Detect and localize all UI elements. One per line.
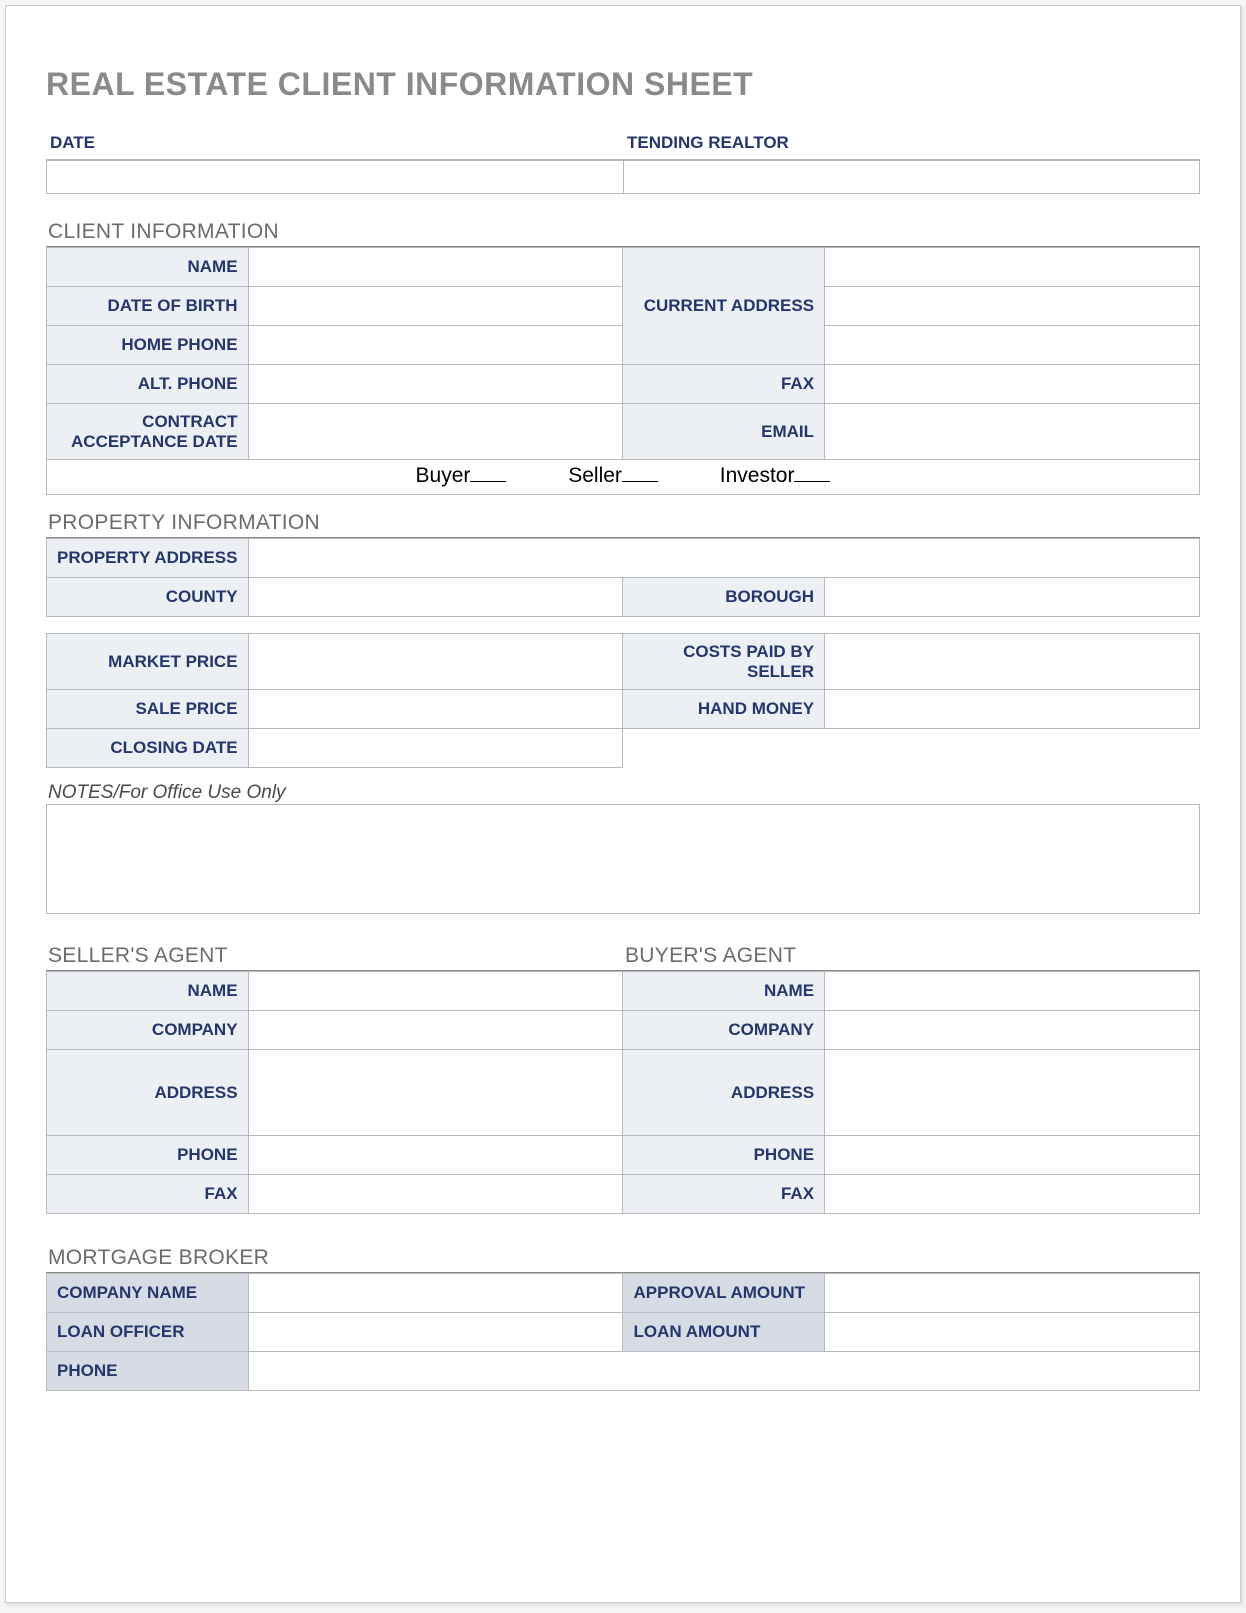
- page-title: REAL ESTATE CLIENT INFORMATION SHEET: [46, 66, 1200, 103]
- buyer-agent-fax-label: FAX: [623, 1175, 825, 1214]
- approval-amount-input[interactable]: [835, 1282, 1189, 1304]
- buyer-agent-address-label: ADDRESS: [623, 1050, 825, 1136]
- current-address-line1-input[interactable]: [835, 256, 1189, 278]
- seller-agent-company-input[interactable]: [259, 1019, 613, 1041]
- date-label: DATE: [46, 127, 623, 160]
- notes-textarea[interactable]: [53, 811, 1193, 907]
- mortgage-broker-table: COMPANY NAME APPROVAL AMOUNT LOAN OFFICE…: [46, 1273, 1200, 1391]
- property-information-table-2: MARKET PRICE COSTS PAID BY SELLER SALE P…: [46, 633, 1200, 768]
- agents-headings: SELLER'S AGENT BUYER'S AGENT: [46, 942, 1200, 971]
- property-address-label: PROPERTY ADDRESS: [47, 539, 249, 578]
- sale-price-input[interactable]: [259, 698, 613, 720]
- role-buyer-label: Buyer: [416, 464, 471, 487]
- seller-agent-company-label: COMPANY: [47, 1011, 249, 1050]
- loan-amount-label: LOAN AMOUNT: [623, 1313, 825, 1352]
- alt-phone-input[interactable]: [259, 373, 613, 395]
- loan-amount-input[interactable]: [835, 1321, 1189, 1343]
- loan-officer-label: LOAN OFFICER: [47, 1313, 249, 1352]
- seller-agent-fax-label: FAX: [47, 1175, 249, 1214]
- fax-label: FAX: [623, 365, 825, 404]
- costs-paid-by-seller-input[interactable]: [835, 651, 1189, 673]
- buyer-agent-fax-input[interactable]: [835, 1183, 1189, 1205]
- notes-box: [46, 804, 1200, 914]
- notes-label: NOTES/For Office Use Only: [46, 782, 1200, 804]
- date-input[interactable]: [53, 163, 617, 191]
- borough-input[interactable]: [835, 586, 1189, 608]
- top-row-inputs: [46, 160, 1200, 194]
- seller-agent-fax-input[interactable]: [259, 1183, 613, 1205]
- seller-agent-address-input[interactable]: [259, 1082, 613, 1104]
- dob-label: DATE OF BIRTH: [47, 287, 249, 326]
- county-label: COUNTY: [47, 578, 249, 617]
- name-input[interactable]: [259, 256, 613, 278]
- buyer-agent-name-label: NAME: [623, 972, 825, 1011]
- sale-price-label: SALE PRICE: [47, 690, 249, 729]
- seller-agent-address-label: ADDRESS: [47, 1050, 249, 1136]
- costs-paid-by-seller-label: COSTS PAID BY SELLER: [623, 634, 825, 690]
- buyer-agent-address-input[interactable]: [835, 1082, 1189, 1104]
- mortgage-company-input[interactable]: [259, 1282, 613, 1304]
- email-input[interactable]: [835, 421, 1189, 443]
- form-page: REAL ESTATE CLIENT INFORMATION SHEET DAT…: [5, 5, 1241, 1603]
- contract-acceptance-date-label: CONTRACT ACCEPTANCE DATE: [47, 404, 249, 460]
- alt-phone-label: ALT. PHONE: [47, 365, 249, 404]
- sellers-agent-heading: SELLER'S AGENT: [46, 942, 623, 971]
- seller-agent-phone-label: PHONE: [47, 1136, 249, 1175]
- county-input[interactable]: [259, 586, 613, 608]
- buyer-agent-company-input[interactable]: [835, 1019, 1189, 1041]
- market-price-label: MARKET PRICE: [47, 634, 249, 690]
- client-information-heading: CLIENT INFORMATION: [46, 218, 1200, 247]
- current-address-line2-input[interactable]: [835, 295, 1189, 317]
- current-address-label: CURRENT ADDRESS: [623, 248, 825, 365]
- home-phone-label: HOME PHONE: [47, 326, 249, 365]
- tending-realtor-label: TENDING REALTOR: [623, 127, 1200, 160]
- loan-officer-input[interactable]: [259, 1321, 613, 1343]
- client-role-row: Buyer Seller Investor: [46, 460, 1200, 495]
- buyer-agent-phone-input[interactable]: [835, 1144, 1189, 1166]
- hand-money-label: HAND MONEY: [623, 690, 825, 729]
- seller-agent-phone-input[interactable]: [259, 1144, 613, 1166]
- mortgage-company-label: COMPANY NAME: [47, 1274, 249, 1313]
- buyers-agent-heading: BUYER'S AGENT: [623, 942, 1200, 971]
- client-information-table: NAME CURRENT ADDRESS DATE OF BIRTH HOME …: [46, 247, 1200, 460]
- contract-acceptance-date-input[interactable]: [259, 421, 613, 443]
- role-investor-label: Investor: [720, 464, 795, 487]
- fax-input[interactable]: [835, 373, 1189, 395]
- hand-money-input[interactable]: [835, 698, 1189, 720]
- mortgage-phone-label: PHONE: [47, 1352, 249, 1391]
- closing-date-label: CLOSING DATE: [47, 729, 249, 768]
- top-row: DATE TENDING REALTOR: [46, 127, 1200, 160]
- home-phone-input[interactable]: [259, 334, 613, 356]
- approval-amount-label: APPROVAL AMOUNT: [623, 1274, 825, 1313]
- market-price-input[interactable]: [259, 651, 613, 673]
- buyer-agent-name-input[interactable]: [835, 980, 1189, 1002]
- buyer-agent-company-label: COMPANY: [623, 1011, 825, 1050]
- dob-input[interactable]: [259, 295, 613, 317]
- tending-realtor-input[interactable]: [630, 163, 1194, 191]
- role-buyer[interactable]: Buyer: [416, 464, 507, 488]
- role-investor[interactable]: Investor: [720, 464, 831, 488]
- name-label: NAME: [47, 248, 249, 287]
- buyer-agent-phone-label: PHONE: [623, 1136, 825, 1175]
- mortgage-broker-heading: MORTGAGE BROKER: [46, 1244, 1200, 1273]
- agents-table: NAME NAME COMPANY COMPANY ADDRESS ADDRES…: [46, 971, 1200, 1214]
- mortgage-phone-input[interactable]: [259, 1360, 1189, 1382]
- seller-agent-name-label: NAME: [47, 972, 249, 1011]
- closing-date-input[interactable]: [259, 737, 613, 759]
- current-address-line3-input[interactable]: [835, 334, 1189, 356]
- property-address-input[interactable]: [259, 547, 1189, 569]
- property-information-table-1: PROPERTY ADDRESS COUNTY BOROUGH: [46, 538, 1200, 617]
- borough-label: BOROUGH: [623, 578, 825, 617]
- seller-agent-name-input[interactable]: [259, 980, 613, 1002]
- email-label: EMAIL: [623, 404, 825, 460]
- role-seller[interactable]: Seller: [568, 464, 658, 488]
- property-information-heading: PROPERTY INFORMATION: [46, 509, 1200, 538]
- role-seller-label: Seller: [568, 464, 622, 487]
